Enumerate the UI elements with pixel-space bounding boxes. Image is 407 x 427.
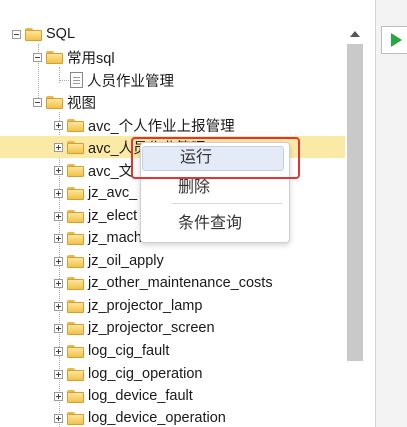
expand-icon[interactable] <box>54 413 63 423</box>
tree-row-view-item[interactable]: log_cig_fault <box>0 340 345 362</box>
collapse-icon[interactable] <box>12 29 21 39</box>
folder-icon <box>67 118 85 132</box>
view-item-label: jz_avc_ <box>88 185 138 201</box>
expand-icon[interactable] <box>54 323 63 333</box>
expand-icon[interactable] <box>54 369 63 379</box>
common-item-label: 人员作业管理 <box>87 73 174 90</box>
menu-item-delete[interactable]: 删除 <box>178 177 210 199</box>
scroll-up-arrow-icon[interactable] <box>350 31 360 37</box>
tree-row-view-item[interactable]: avc_个人作业上报管理 <box>0 114 345 136</box>
menu-item-condition-query[interactable]: 条件查询 <box>178 213 242 235</box>
folder-icon <box>67 321 85 335</box>
view-item-label: log_device_operation <box>88 410 226 426</box>
view-item-label: avc_文 <box>88 163 134 180</box>
view-item-label: jz_elect <box>88 208 138 224</box>
run-button[interactable] <box>381 26 407 54</box>
folder-icon <box>67 367 85 381</box>
tree-row-common-sql[interactable]: 常用sql <box>0 46 345 68</box>
folder-icon <box>67 299 85 313</box>
view-item-label: avc_个人作业上报管理 <box>88 118 235 135</box>
folder-icon <box>67 140 85 154</box>
tree-row-view-item[interactable]: log_device_fault <box>0 385 345 407</box>
folder-icon <box>67 231 85 245</box>
view-item-label: log_cig_operation <box>88 366 203 382</box>
expand-icon[interactable] <box>54 391 63 401</box>
expand-icon[interactable] <box>54 188 63 198</box>
collapse-icon[interactable] <box>33 52 42 62</box>
root-label: SQL <box>46 26 76 42</box>
common-sql-label: 常用sql <box>67 50 115 67</box>
expand-icon[interactable] <box>54 301 63 311</box>
folder-icon <box>67 389 85 403</box>
view-item-label: log_device_fault <box>88 388 193 404</box>
folder-icon <box>67 209 85 223</box>
tree-row-root[interactable]: SQL <box>0 23 345 45</box>
expand-icon[interactable] <box>54 165 63 175</box>
tree-row-views[interactable]: 视图 <box>0 91 345 113</box>
expand-icon[interactable] <box>54 211 63 221</box>
expand-icon[interactable] <box>54 346 63 356</box>
view-item-label: jz_oil_apply <box>88 253 164 269</box>
tree-row-view-item[interactable]: log_device_operation <box>0 407 345 427</box>
folder-icon <box>67 344 85 358</box>
expand-icon[interactable] <box>54 120 63 130</box>
tree-connector <box>59 80 69 81</box>
sql-file-icon <box>70 72 83 88</box>
expand-icon[interactable] <box>54 278 63 288</box>
view-item-label: jz_other_maintenance_costs <box>88 275 273 291</box>
tree-row-view-item[interactable]: jz_other_maintenance_costs <box>0 272 345 294</box>
view-item-label: jz_projector_lamp <box>88 298 203 314</box>
view-item-label: jz_projector_screen <box>88 320 215 336</box>
view-item-label: log_cig_fault <box>88 343 170 359</box>
highlight-annotation <box>131 137 300 179</box>
folder-icon <box>67 163 85 177</box>
tree-row-view-item[interactable]: jz_oil_apply <box>0 250 345 272</box>
folder-icon <box>46 50 64 64</box>
views-label: 视图 <box>67 95 96 112</box>
tree-row-view-item[interactable]: log_cig_operation <box>0 363 345 385</box>
folder-icon <box>67 254 85 268</box>
side-toolbar <box>375 0 407 427</box>
folder-icon <box>25 27 43 41</box>
folder-icon <box>67 276 85 290</box>
expand-icon[interactable] <box>54 256 63 266</box>
folder-icon <box>67 186 85 200</box>
view-item-label: jz_mach <box>88 230 142 246</box>
folder-icon <box>67 411 85 425</box>
expand-icon[interactable] <box>54 233 63 243</box>
menu-separator <box>172 203 282 204</box>
tree-row-common-item[interactable]: 人员作业管理 <box>0 69 345 91</box>
folder-icon <box>46 95 64 109</box>
expand-icon[interactable] <box>54 142 63 152</box>
collapse-icon[interactable] <box>33 97 42 107</box>
scrollbar-thumb[interactable] <box>347 44 363 361</box>
tree-row-view-item[interactable]: jz_projector_lamp <box>0 295 345 317</box>
tree-row-view-item[interactable]: jz_projector_screen <box>0 317 345 339</box>
